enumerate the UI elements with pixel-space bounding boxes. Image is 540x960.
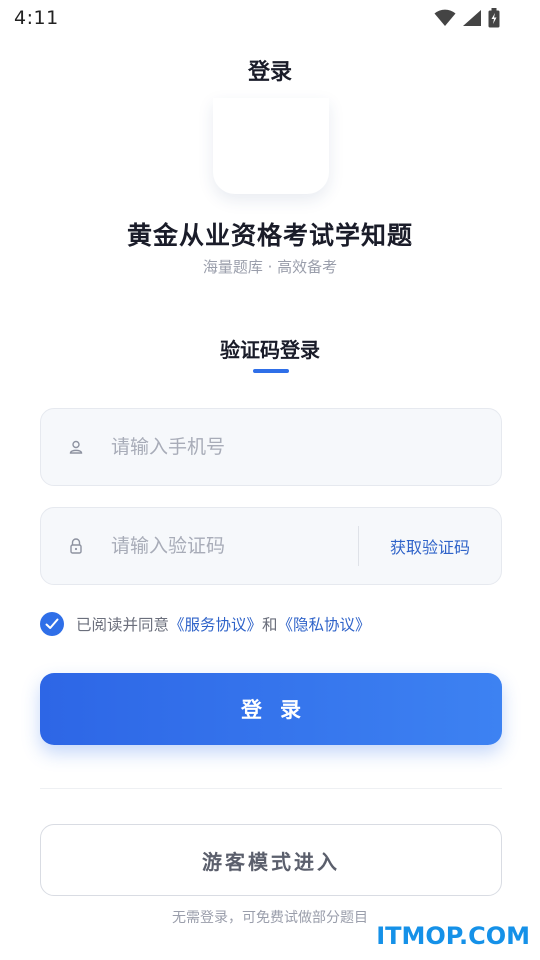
app-slogan: 海量题库 · 高效备考 bbox=[202, 258, 338, 276]
guest-mode-button[interactable]: 游客模式进入 bbox=[40, 824, 502, 896]
phone-field[interactable] bbox=[40, 408, 502, 486]
verification-code-field[interactable]: 获取验证码 bbox=[40, 507, 502, 585]
verification-code-input[interactable] bbox=[111, 508, 358, 584]
lock-icon bbox=[41, 538, 111, 554]
battery-charging-icon bbox=[488, 8, 500, 28]
watermark: ITMOP.COM bbox=[376, 922, 530, 950]
status-bar: 4:11 bbox=[0, 0, 540, 36]
tab-verification-code-login[interactable]: 验证码登录 bbox=[0, 334, 540, 363]
agreement-row: 已阅读并同意 《服务协议》 和 《隐私协议》 bbox=[40, 612, 371, 636]
agreement-checkbox[interactable] bbox=[40, 612, 64, 636]
login-button[interactable]: 登录 bbox=[40, 673, 502, 745]
wifi-icon bbox=[434, 9, 456, 26]
service-agreement-link[interactable]: 《服务协议》 bbox=[169, 613, 262, 635]
signal-icon bbox=[463, 10, 481, 26]
agreement-prefix: 已阅读并同意 bbox=[76, 616, 170, 634]
status-icons bbox=[434, 8, 500, 28]
get-code-button[interactable]: 获取验证码 bbox=[359, 534, 501, 558]
phone-input[interactable] bbox=[111, 409, 501, 485]
privacy-agreement-link[interactable]: 《隐私协议》 bbox=[278, 613, 371, 635]
tab-indicator bbox=[253, 369, 289, 373]
user-icon bbox=[41, 440, 111, 454]
section-divider bbox=[40, 788, 502, 789]
check-icon bbox=[45, 618, 59, 629]
page-title: 登录 bbox=[247, 60, 292, 85]
app-logo bbox=[213, 98, 329, 194]
app-name: 黄金从业资格考试学知题 bbox=[126, 221, 413, 250]
status-time: 4:11 bbox=[14, 7, 59, 29]
agreement-and: 和 bbox=[262, 616, 278, 634]
